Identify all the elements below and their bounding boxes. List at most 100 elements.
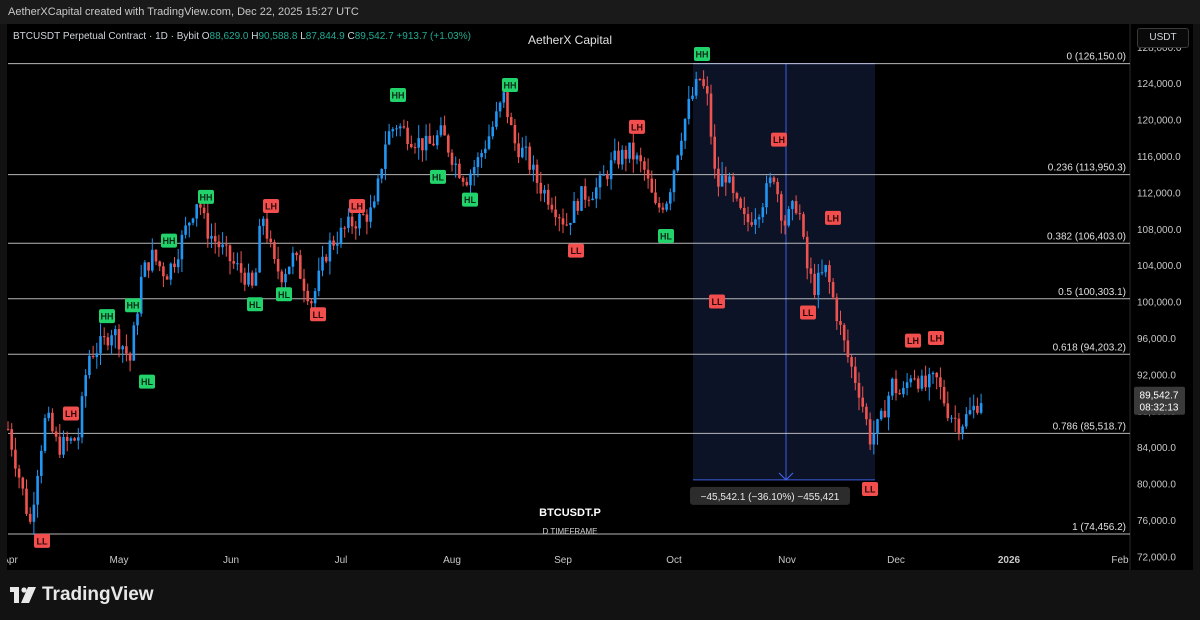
candle-body xyxy=(47,412,50,419)
candle-body xyxy=(543,189,546,194)
candle-body xyxy=(702,79,705,87)
candle-body xyxy=(657,203,661,208)
candle-body xyxy=(506,92,509,118)
candle-body xyxy=(717,168,720,187)
candle-body xyxy=(80,396,84,438)
swing-label-ll: LL xyxy=(313,310,324,320)
currency-button[interactable]: USDT xyxy=(1137,28,1189,48)
candle-body xyxy=(846,340,850,358)
candle-body xyxy=(513,125,517,144)
candle-body xyxy=(554,209,557,218)
candle-body xyxy=(883,410,887,418)
candle-body xyxy=(84,375,87,397)
candle-body xyxy=(51,412,54,432)
candle-body xyxy=(498,102,502,112)
candle-body xyxy=(77,437,80,441)
swing-label-ll: LL xyxy=(571,246,582,256)
swing-label-hh: HH xyxy=(504,80,517,90)
candle-body xyxy=(495,111,498,127)
candle-body xyxy=(40,450,43,476)
swing-label-lh: LH xyxy=(65,409,77,419)
candle-body xyxy=(213,235,217,242)
candle-body xyxy=(946,403,950,419)
y-tick-label: 120,000.0 xyxy=(1137,116,1182,127)
measure-label: −45,542.1 (−36.10%) −455,421 xyxy=(701,492,840,503)
candle-body xyxy=(528,146,531,170)
candle-body xyxy=(550,204,554,210)
candle-body xyxy=(302,278,306,291)
candle-body xyxy=(931,372,935,375)
candle-body xyxy=(916,378,920,389)
candle-body xyxy=(713,136,716,169)
chart-panel[interactable]: BTCUSDT Perpetual Contract · 1D · Bybit … xyxy=(7,24,1193,570)
candle-body xyxy=(521,147,524,158)
candle-body xyxy=(310,301,313,304)
candle-body xyxy=(99,336,102,354)
candle-body xyxy=(535,164,539,183)
candle-body xyxy=(465,181,469,186)
y-tick-label: 104,000.0 xyxy=(1137,261,1182,272)
swing-label-ll: LL xyxy=(37,536,48,546)
candle-body xyxy=(780,194,783,221)
candle-body xyxy=(487,136,491,149)
candle-body xyxy=(868,419,872,445)
swing-label-hh: HH xyxy=(127,301,140,311)
candle-body xyxy=(380,168,383,179)
candle-body xyxy=(443,125,446,136)
candle-body xyxy=(69,438,73,441)
tradingview-logo[interactable]: TradingView xyxy=(10,584,154,606)
candle-body xyxy=(805,236,809,269)
candle-body xyxy=(887,395,890,418)
candle-body xyxy=(913,378,916,380)
candle-body xyxy=(199,204,202,208)
candle-body xyxy=(861,397,864,407)
candle-body xyxy=(95,353,99,358)
candle-body xyxy=(280,271,284,283)
candle-body xyxy=(842,324,846,341)
candle-body xyxy=(754,219,757,225)
candle-body xyxy=(576,201,580,211)
candle-body xyxy=(572,201,576,223)
y-tick-label: 116,000.0 xyxy=(1137,152,1181,163)
candle-body xyxy=(32,504,36,522)
fib-label-0.618: 0.618 (94,203.2) xyxy=(1053,342,1126,353)
tradingview-logo-icon xyxy=(10,587,36,603)
swing-label-hh: HH xyxy=(200,192,213,202)
y-tick-label: 76,000.0 xyxy=(1137,516,1176,527)
swing-label-hl: HL xyxy=(249,300,261,310)
candle-body xyxy=(36,475,39,505)
candle-body xyxy=(43,418,47,451)
candle-body xyxy=(225,244,228,246)
candle-body xyxy=(872,433,876,445)
candle-body xyxy=(324,256,328,262)
candle-body xyxy=(558,217,561,219)
candle-body xyxy=(583,186,587,200)
candle-body xyxy=(265,218,269,239)
x-tick-label: Nov xyxy=(778,555,796,566)
candle-body xyxy=(905,382,909,388)
candle-body xyxy=(709,93,713,137)
candle-body xyxy=(347,216,350,228)
candle-body xyxy=(680,140,683,156)
candle-body xyxy=(191,218,195,223)
candle-body xyxy=(432,143,435,146)
y-tick-label: 92,000.0 xyxy=(1137,370,1176,381)
candle-body xyxy=(757,217,761,220)
candle-body xyxy=(202,207,206,214)
candle-body xyxy=(10,429,13,450)
candle-body xyxy=(114,329,117,336)
candle-body xyxy=(646,169,650,179)
candle-body xyxy=(421,138,424,151)
candle-body xyxy=(654,192,657,204)
candle-body xyxy=(635,155,639,160)
candle-body xyxy=(650,178,654,193)
candle-body xyxy=(7,428,10,430)
x-tick-label: Sep xyxy=(554,555,572,566)
candle-body xyxy=(765,183,768,208)
price-chart[interactable]: BTCUSDT Perpetual Contract · 1D · Bybit … xyxy=(7,24,1193,570)
candle-body xyxy=(358,213,361,229)
y-tick-label: 96,000.0 xyxy=(1137,334,1176,345)
candle-body xyxy=(395,128,398,130)
candle-body xyxy=(398,126,402,129)
candle-body xyxy=(106,337,110,346)
